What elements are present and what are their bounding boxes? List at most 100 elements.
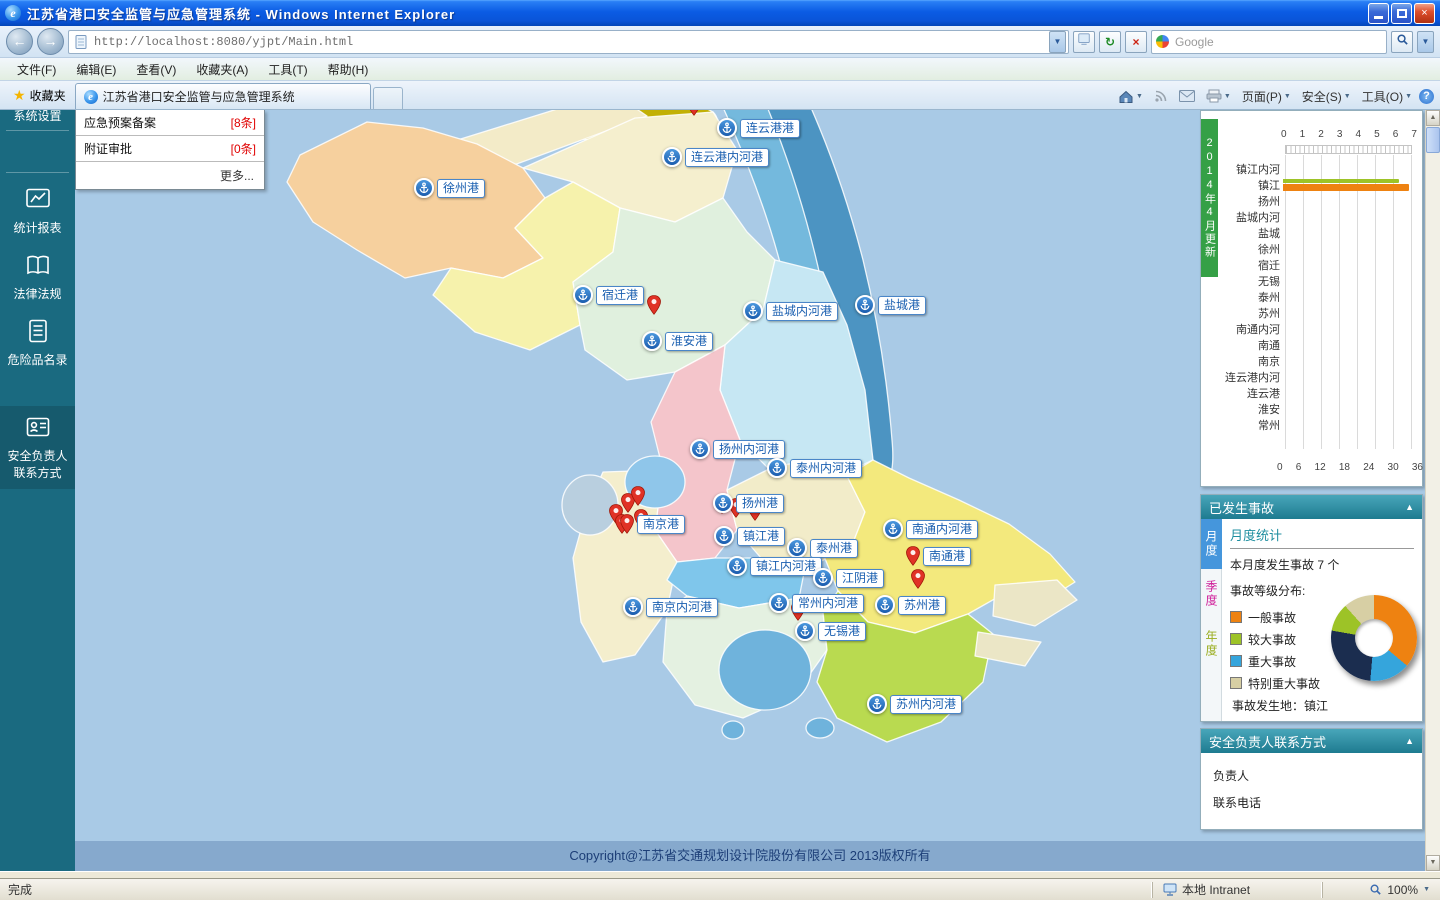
- port-marker[interactable]: 镇江内河港: [727, 556, 823, 576]
- emergency-plan-count[interactable]: [8条]: [231, 114, 256, 131]
- port-marker[interactable]: 泰州港: [787, 538, 859, 558]
- port-marker[interactable]: 江阴港: [813, 568, 885, 588]
- port-marker[interactable]: 常州内河港: [769, 593, 865, 613]
- zoom-magnifier-icon: [1370, 884, 1382, 895]
- port-marker[interactable]: 南通港: [906, 546, 972, 566]
- sidebar-item-statistics[interactable]: 统计报表: [0, 186, 75, 236]
- search-provider-text: Google: [1175, 34, 1214, 49]
- anchor-icon: [767, 458, 787, 478]
- favorites-bar: ★ 收藏夹 e 江苏省港口安全监管与应急管理系统 ▼ ▼ 页面(P) ▼ 安全(…: [0, 81, 1440, 110]
- feeds-button[interactable]: [1150, 87, 1172, 105]
- port-label: 南京港: [637, 514, 686, 534]
- vertical-scrollbar[interactable]: ▲ ▼: [1425, 110, 1440, 871]
- menu-item[interactable]: 收藏夹(A): [187, 58, 257, 81]
- port-label: 南通内河港: [906, 519, 979, 539]
- url-text[interactable]: http://localhost:8080/yjpt/Main.html: [94, 35, 1049, 49]
- contact-phone-label: 联系电话: [1213, 796, 1262, 810]
- menu-item[interactable]: 编辑(E): [67, 58, 125, 81]
- home-button[interactable]: ▼: [1114, 87, 1147, 106]
- port-marker[interactable]: 泰州内河港: [767, 458, 863, 478]
- accidents-panel-header[interactable]: 已发生事故 ▲: [1201, 495, 1422, 519]
- sidebar-item-hazmat[interactable]: 危险品名录: [0, 318, 75, 368]
- tab-monthly[interactable]: 月度: [1201, 519, 1222, 569]
- port-marker[interactable]: 苏州港: [875, 595, 947, 615]
- back-button[interactable]: ←: [6, 28, 33, 55]
- page-menu-label: 页面(P): [1241, 89, 1282, 104]
- safety-menu-button[interactable]: 安全(S) ▼: [1298, 86, 1355, 107]
- port-marker[interactable]: 淮安港: [642, 331, 714, 351]
- menu-item[interactable]: 文件(F): [8, 58, 65, 81]
- port-label: 泰州内河港: [790, 458, 863, 478]
- sidebar-item-safety-contacts[interactable]: 安全负责人 联系方式: [0, 406, 75, 489]
- menu-item[interactable]: 帮助(H): [319, 58, 378, 81]
- axis-tick-label: 6: [1392, 129, 1399, 140]
- help-button[interactable]: ?: [1419, 88, 1434, 104]
- search-box[interactable]: Google: [1151, 29, 1387, 54]
- copyright-footer: Copyright@江苏省交通规划设计院股份有限公司 2013版权所有: [75, 841, 1425, 871]
- more-link[interactable]: 更多...: [76, 162, 264, 189]
- chart-row-label: 淮安: [1258, 404, 1280, 416]
- anchor-icon: [727, 556, 747, 576]
- legend-swatch-icon: [1230, 655, 1242, 667]
- port-marker[interactable]: 无锡港: [795, 621, 867, 641]
- horizontal-scrollbar[interactable]: [0, 871, 1440, 878]
- menu-item[interactable]: 查看(V): [127, 58, 185, 81]
- tab-active[interactable]: e 江苏省港口安全监管与应急管理系统: [74, 83, 371, 109]
- minimize-button[interactable]: [1368, 2, 1389, 24]
- certificate-approval-row: 附证审批 [0条]: [76, 136, 264, 162]
- menu-bar: 文件(F) 编辑(E) 查看(V) 收藏夹(A) 工具(T) 帮助(H): [0, 58, 1440, 81]
- read-mail-button[interactable]: [1175, 88, 1199, 104]
- menu-item[interactable]: 工具(T): [259, 58, 316, 81]
- new-tab-stub[interactable]: [372, 87, 403, 109]
- tab-quarterly[interactable]: 季度: [1201, 569, 1222, 619]
- collapse-icon[interactable]: ▲: [1405, 736, 1414, 746]
- port-marker[interactable]: 连云港内河港: [662, 147, 770, 167]
- port-marker[interactable]: 盐城内河港: [743, 301, 839, 321]
- page-menu-button[interactable]: 页面(P) ▼: [1238, 86, 1295, 107]
- certificate-approval-count[interactable]: [0条]: [231, 140, 256, 157]
- address-bar[interactable]: http://localhost:8080/yjpt/Main.html ▼: [68, 29, 1069, 54]
- port-marker[interactable]: 徐州港: [414, 178, 486, 198]
- search-button[interactable]: [1391, 30, 1413, 53]
- scroll-up-button[interactable]: ▲: [1426, 110, 1440, 126]
- axis-tick-label: 36: [1411, 462, 1423, 473]
- port-marker[interactable]: 南京港: [620, 514, 686, 534]
- scroll-down-button[interactable]: ▼: [1426, 855, 1440, 871]
- scrollbar-thumb[interactable]: [1426, 127, 1440, 153]
- sidebar-item-laws[interactable]: 法律法规: [0, 252, 75, 302]
- port-marker[interactable]: 南通内河港: [883, 519, 979, 539]
- axis-tick-label: 2: [1318, 129, 1324, 140]
- tools-menu-button[interactable]: 工具(O) ▼: [1358, 86, 1416, 107]
- forward-button[interactable]: →: [37, 28, 64, 55]
- port-marker[interactable]: 连云港港: [717, 118, 801, 138]
- port-marker[interactable]: 南京内河港: [623, 597, 719, 617]
- compatibility-view-button[interactable]: [1073, 30, 1095, 53]
- refresh-button[interactable]: ↻: [1099, 30, 1121, 53]
- collapse-icon[interactable]: ▲: [1405, 502, 1414, 512]
- port-marker[interactable]: 扬州内河港: [690, 439, 786, 459]
- anchor-icon: [855, 295, 875, 315]
- address-dropdown-button[interactable]: ▼: [1049, 30, 1066, 53]
- chart-row: 扬州: [1201, 193, 1413, 209]
- search-icon: [1396, 33, 1408, 45]
- port-marker[interactable]: 盐城港: [855, 295, 927, 315]
- legend-swatch-icon: [1230, 677, 1242, 689]
- tab-yearly[interactable]: 年度: [1201, 619, 1222, 669]
- sidebar-item-system-settings[interactable]: 系统设置: [0, 110, 75, 124]
- zoom-control[interactable]: 100% ▼: [1322, 881, 1440, 898]
- stats-chart-icon: [25, 188, 50, 208]
- port-marker[interactable]: 宿迁港: [573, 285, 645, 305]
- status-text: 完成: [8, 883, 33, 897]
- port-marker[interactable]: 扬州港: [713, 493, 785, 513]
- restore-button[interactable]: [1391, 2, 1412, 24]
- close-button[interactable]: ×: [1414, 2, 1435, 24]
- port-label: 盐城内河港: [766, 301, 839, 321]
- favorites-button[interactable]: ★ 收藏夹: [4, 83, 75, 107]
- stop-button[interactable]: ×: [1125, 30, 1147, 53]
- port-marker[interactable]: 镇江港: [714, 526, 786, 546]
- port-marker[interactable]: 苏州内河港: [867, 694, 963, 714]
- contact-panel-header[interactable]: 安全负责人联系方式 ▲: [1201, 729, 1422, 753]
- search-dropdown-button[interactable]: ▼: [1417, 30, 1434, 53]
- print-button[interactable]: ▼: [1202, 87, 1235, 105]
- safety-menu-label: 安全(S): [1301, 89, 1342, 104]
